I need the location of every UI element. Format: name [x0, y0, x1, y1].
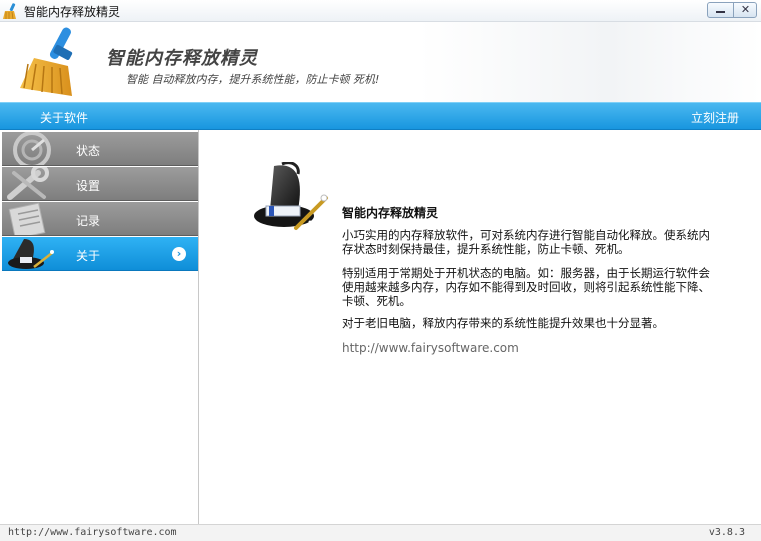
sidebar-item-records[interactable]: 记录 [2, 202, 198, 236]
minimize-button[interactable] [708, 3, 733, 17]
version-label: v3.8.3 [708, 527, 745, 538]
sidebar: 状态 设置 记录 关于 › [0, 130, 199, 524]
header-slogan: 智能 自动释放内存，提升系统性能，防止卡顿 死机! [126, 73, 380, 86]
about-paragraph-3: 对于老旧电脑，释放内存带来的系统性能提升效果也十分显著。 [342, 316, 664, 330]
sidebar-item-status[interactable]: 状态 [2, 132, 198, 166]
sidebar-item-about[interactable]: 关于 › [2, 237, 198, 271]
wizard-hat-icon [8, 239, 54, 269]
about-paragraph-2: 特别适用于常期处于开机状态的电脑。如：服务器，由于长期运行软件会使用越来越多内存… [342, 266, 710, 308]
nav-bar: 关于软件 立刻注册 [0, 102, 761, 130]
about-panel: 智能内存释放精灵 小巧实用的内存释放软件，可对系统内存进行智能自动化释放。使系统… [200, 130, 761, 524]
header-banner: 智能内存释放精灵 智能 自动释放内存，提升系统性能，防止卡顿 死机! [0, 22, 761, 102]
wizard-hat-icon [254, 162, 328, 230]
header-title: 智能内存释放精灵 [106, 48, 258, 69]
sidebar-item-settings[interactable]: 设置 [2, 167, 198, 201]
window-controls: ✕ [707, 2, 757, 18]
status-website-link[interactable]: http://www.fairysoftware.com [8, 527, 177, 538]
wrench-icon [7, 167, 49, 200]
title-bar[interactable]: 智能内存释放精灵 ✕ [0, 0, 761, 22]
close-button[interactable]: ✕ [733, 3, 757, 17]
register-now-link[interactable]: 立刻注册 [691, 109, 739, 126]
speedometer-icon [13, 132, 51, 165]
window-title: 智能内存释放精灵 [24, 5, 121, 19]
sidebar-item-label: 关于 [76, 249, 101, 263]
sidebar-item-label: 设置 [76, 179, 101, 193]
website-link[interactable]: http://www.fairysoftware.com [342, 341, 519, 355]
app-window: 智能内存释放精灵 ✕ 智能内存释放精灵 智能 自动释放内存，提升系统性能，防止卡… [0, 0, 761, 541]
document-icon [8, 202, 46, 235]
chevron-right-icon: › [172, 247, 186, 261]
sidebar-item-label: 记录 [76, 214, 101, 228]
sidebar-item-label: 状态 [76, 144, 101, 158]
status-bar: http://www.fairysoftware.com v3.8.3 [0, 524, 761, 541]
about-paragraph-1: 小巧实用的内存释放软件，可对系统内存进行智能自动化释放。使系统内存状态时刻保持最… [342, 228, 710, 256]
about-title: 智能内存释放精灵 [342, 206, 439, 220]
about-software-link[interactable]: 关于软件 [40, 109, 88, 126]
broom-logo-icon [20, 27, 73, 96]
broom-icon [3, 3, 16, 20]
